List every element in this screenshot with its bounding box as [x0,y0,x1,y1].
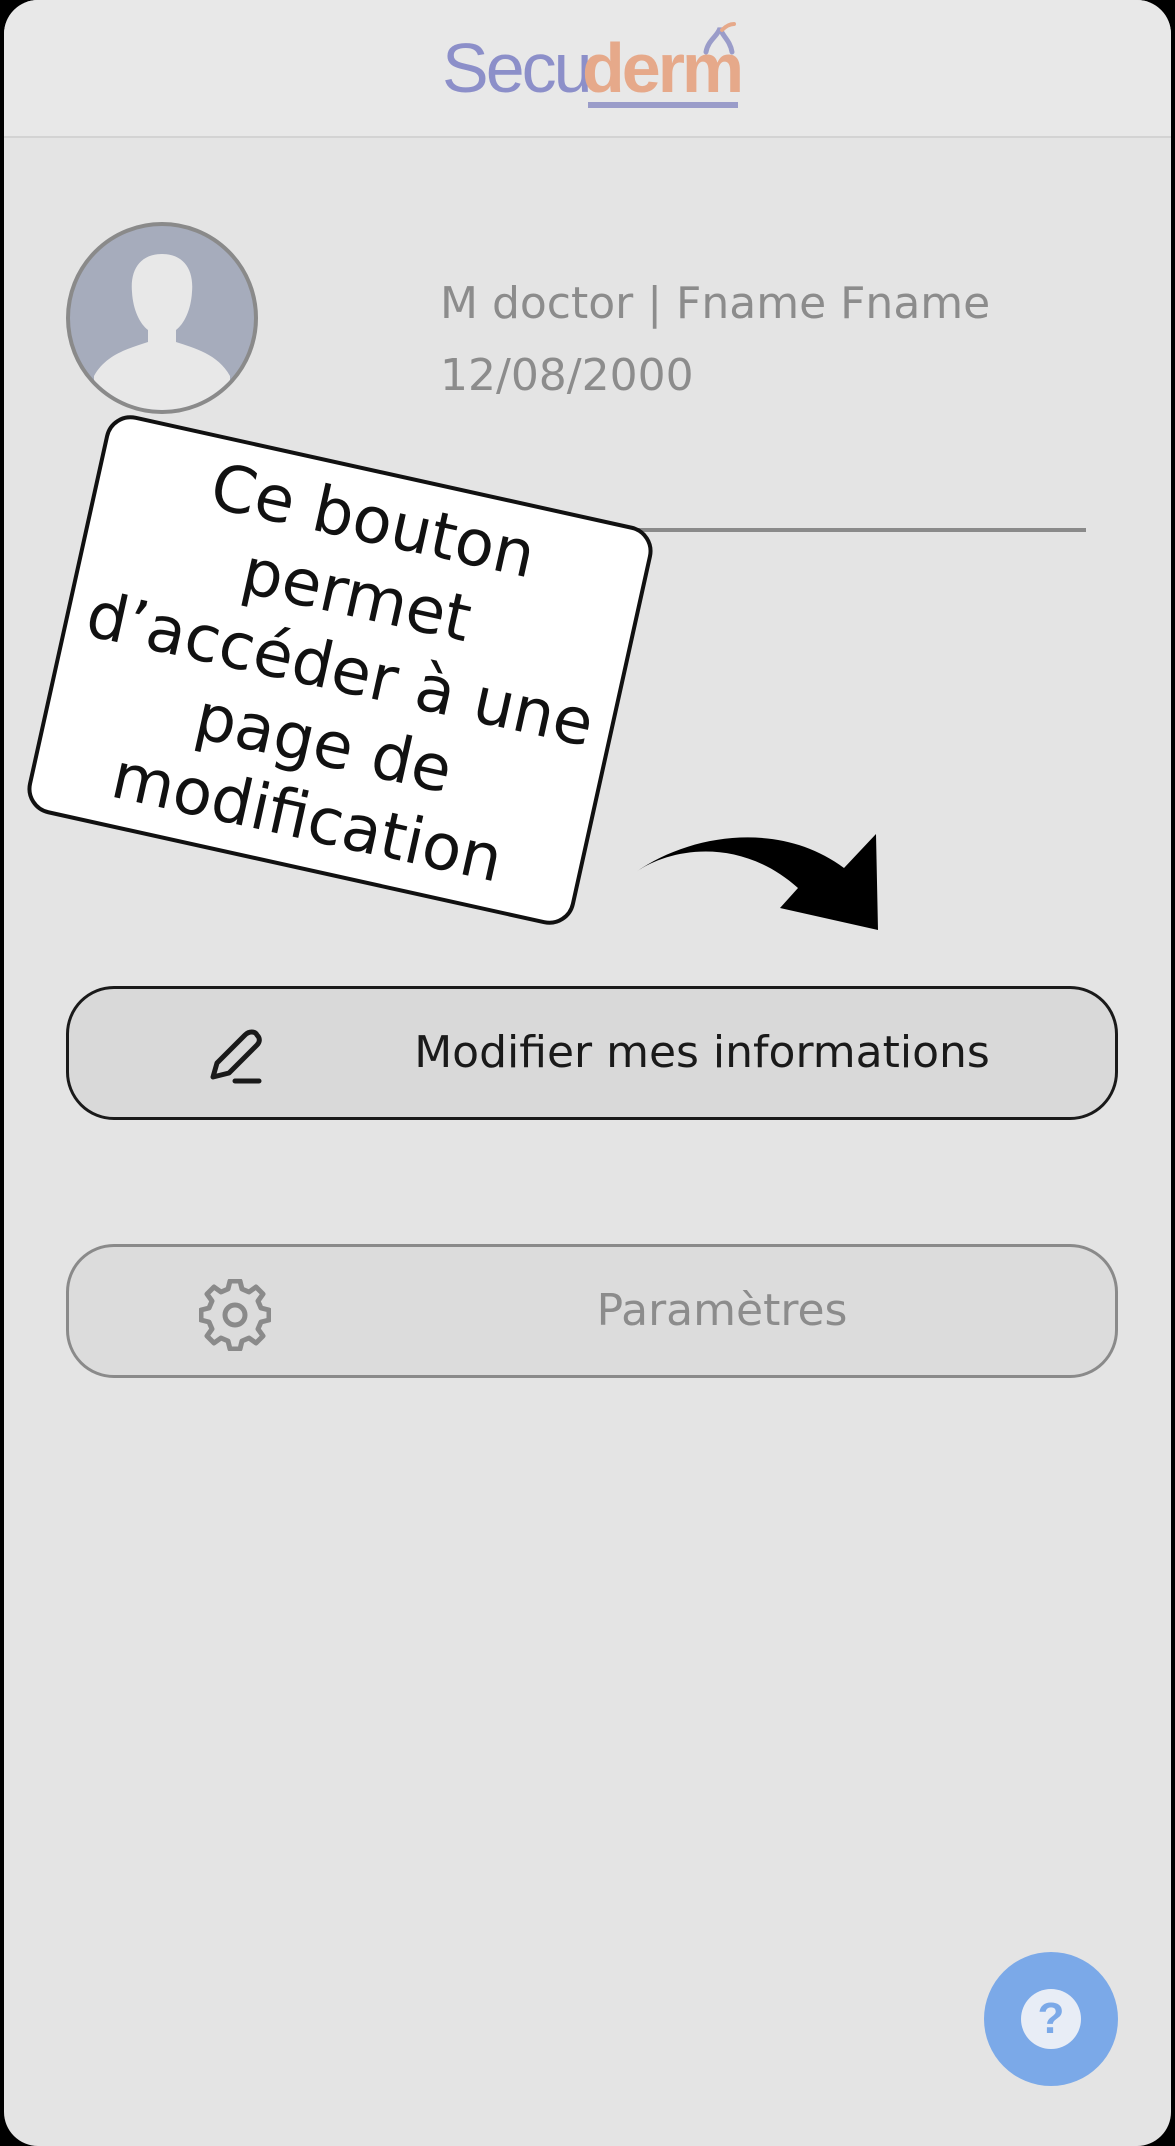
logo-underline [588,102,738,108]
question-mark-icon: ? [1021,1989,1081,2049]
edit-information-button[interactable]: Modifier mes informations [66,986,1118,1120]
app-screen: Secu derm M doctor | Fname Fname 12/08/2… [4,0,1171,2146]
settings-button[interactable]: Paramètres [66,1244,1118,1378]
profile-birthdate: 12/08/2000 [440,350,694,401]
profile-name: M doctor | Fname Fname [440,278,991,329]
pencil-icon [210,1029,262,1084]
user-silhouette-icon [94,254,230,410]
curved-arrow-icon [636,834,878,930]
help-button[interactable]: ? [984,1952,1118,2086]
avatar [66,222,258,414]
secuderm-logo: Secu derm [438,22,748,122]
app-header: Secu derm [4,0,1171,138]
logo-flame-icon [703,22,736,55]
settings-label: Paramètres [596,1285,848,1336]
gear-icon [199,1279,271,1351]
edit-information-label: Modifier mes informations [414,1027,990,1078]
logo-text-secu: Secu [442,29,593,107]
